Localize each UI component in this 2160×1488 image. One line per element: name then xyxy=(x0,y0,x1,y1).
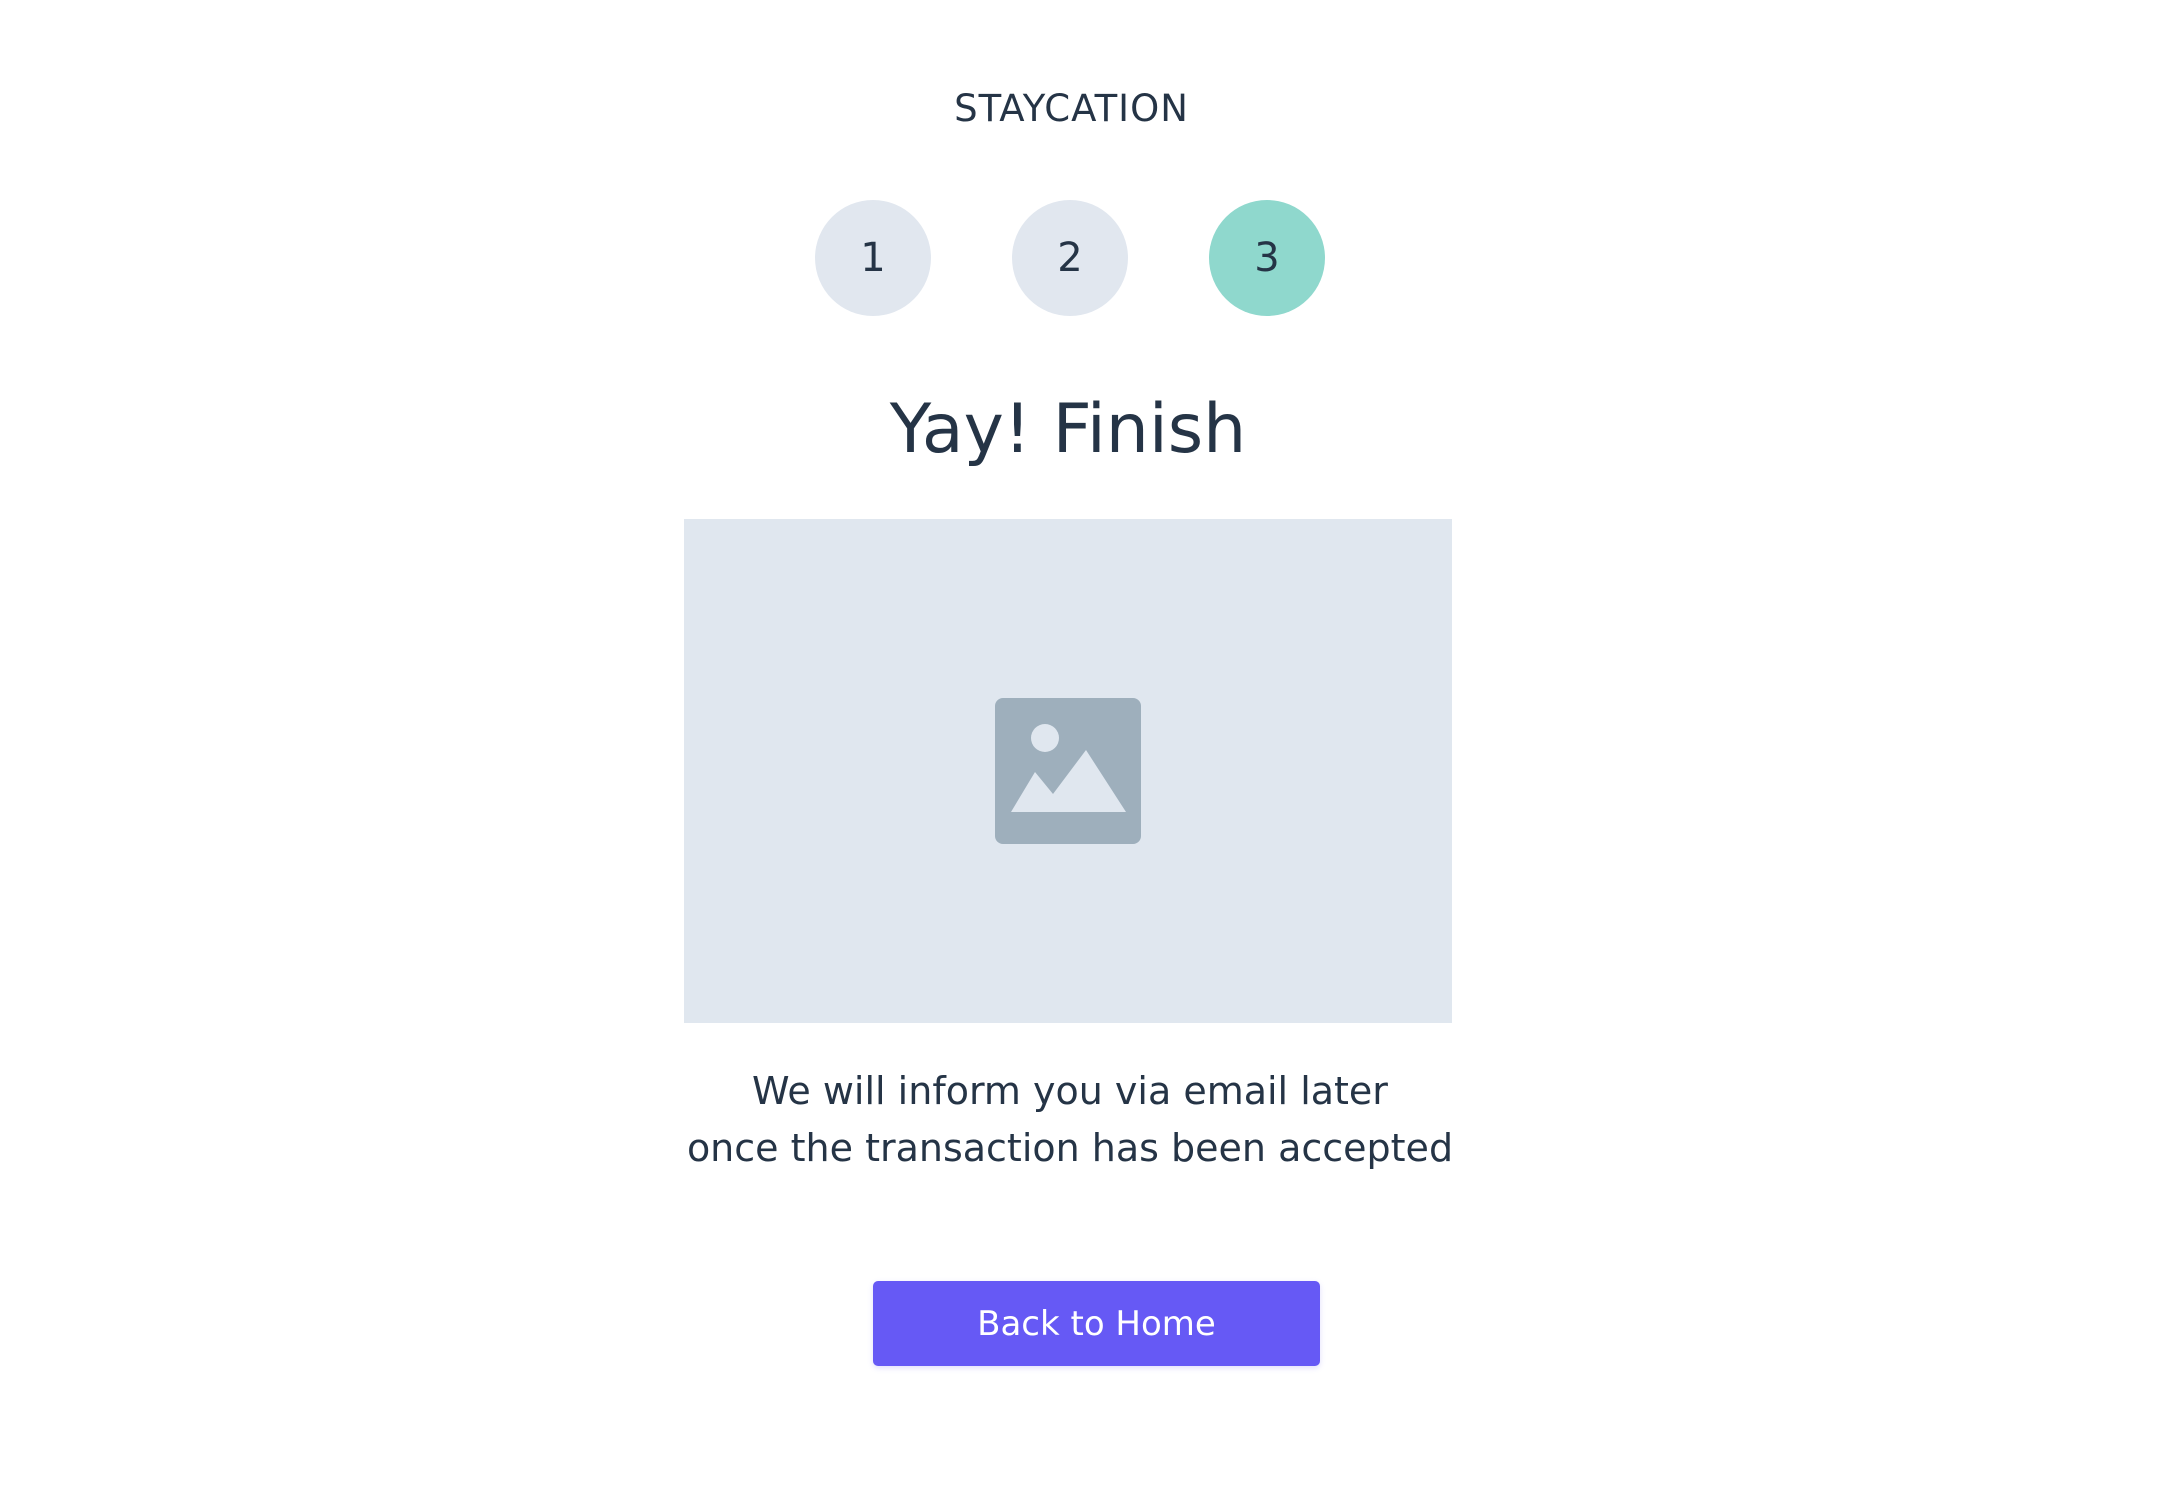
image-placeholder-icon xyxy=(995,698,1141,844)
step-3-active: 3 xyxy=(1209,200,1325,316)
hero-image-placeholder xyxy=(684,519,1452,1023)
brand-logo[interactable]: STAYCATION xyxy=(0,84,2143,134)
message-line-1: We will inform you via email later xyxy=(752,1069,1388,1113)
confirmation-message: We will inform you via email later once … xyxy=(0,1063,2140,1177)
back-to-home-button[interactable]: Back to Home xyxy=(873,1281,1320,1366)
step-2: 2 xyxy=(1012,200,1128,316)
stepper: 1 2 3 xyxy=(0,200,2143,316)
page-title: Yay! Finish xyxy=(889,390,1247,469)
message-line-2: once the transaction has been accepted xyxy=(686,1126,1454,1170)
step-1: 1 xyxy=(815,200,931,316)
